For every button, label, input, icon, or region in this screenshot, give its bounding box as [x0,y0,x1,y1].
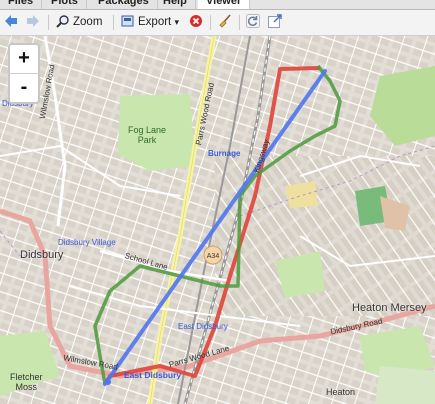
heaton-label: Heaton [326,387,356,397]
viewer-toolbar: Zoom Export ▾ [0,10,435,36]
tab-packages[interactable]: Packages [90,0,158,9]
refresh-button[interactable] [246,13,263,32]
heaton-mersey-label: Heaton Mersey [352,302,427,314]
east-didsbury-station-label: East Didsbury [178,322,228,331]
tab-viewer[interactable]: Viewer [198,0,251,9]
export-button[interactable]: Export ▾ [121,13,179,32]
zoom-control: + - [8,43,40,104]
toolbar-separator [239,15,240,30]
pane-tabs: Files Plots Packages Help Viewer [0,0,435,10]
a34-label: A34 [207,253,220,260]
didsbury-village-label: Didsbury Village [58,238,116,247]
export-label: Export [138,16,172,28]
back-button[interactable] [4,13,21,32]
popout-button[interactable] [268,13,285,32]
toolbar-separator [210,15,211,30]
zoom-out-button[interactable]: - [10,74,38,102]
didsbury-town-label: Didsbury [20,249,64,261]
chevron-down-icon: ▾ [174,17,179,27]
east-didsbury-label: East Didsbury [124,370,182,380]
popout-window-icon [268,14,282,28]
arrow-right-icon [27,15,39,27]
zoom-button[interactable]: Zoom [56,13,102,32]
fletcher-moss-label: Fletcher Moss [10,372,43,392]
magnifier-icon [56,15,69,28]
arrow-left-icon [5,15,17,27]
clear-all-button[interactable] [218,13,235,32]
burnage-label: Burnage [208,149,241,158]
zoom-label: Zoom [73,16,103,28]
tab-plots[interactable]: Plots [43,0,87,9]
remove-icon [190,15,202,27]
route-end-marker [105,379,111,385]
zoom-in-button[interactable]: + [10,45,38,74]
leaflet-map[interactable]: A34 Didsbury Fog Lane Park Burnage Didsb… [0,36,435,404]
toolbar-separator [48,15,49,30]
export-icon [121,15,134,27]
refresh-icon [246,14,260,28]
broom-icon [219,14,231,28]
green-area [375,366,435,404]
forward-button[interactable] [26,13,43,32]
tab-help[interactable]: Help [155,0,196,9]
toolbar-separator [113,15,114,30]
fog-lane-park-label: Fog Lane Park [128,125,167,145]
tab-files[interactable]: Files [0,0,43,9]
remove-button[interactable] [189,13,206,32]
